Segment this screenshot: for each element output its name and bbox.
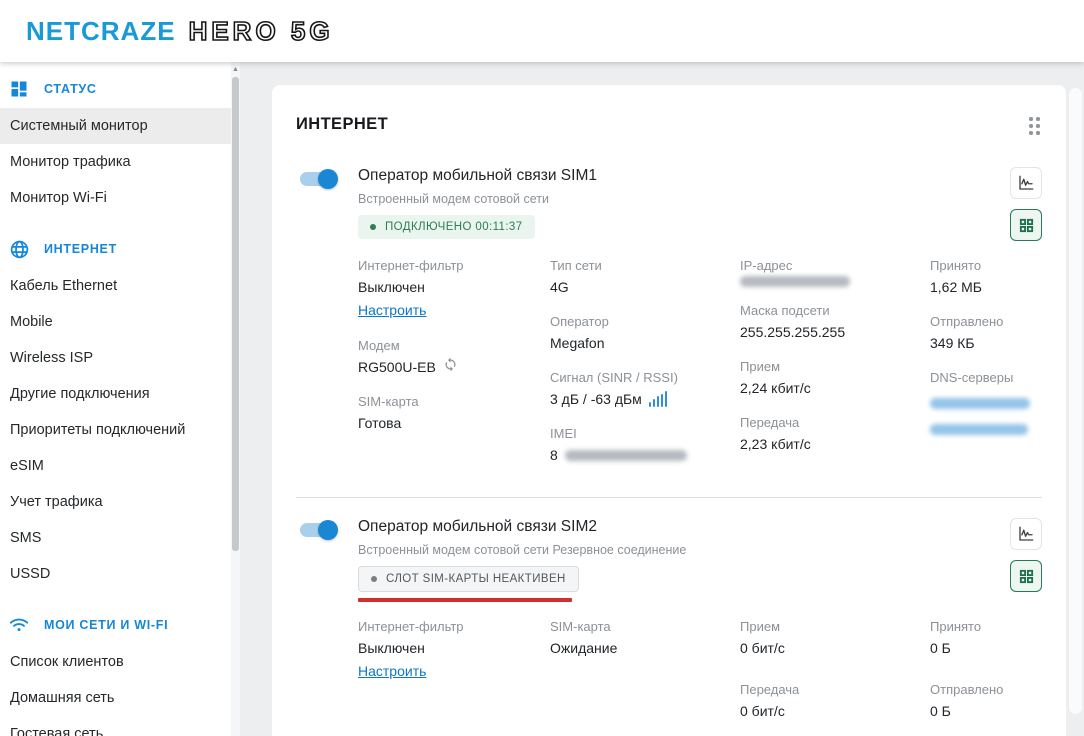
sidebar-item-mobile[interactable]: Mobile bbox=[0, 304, 240, 340]
sidebar-item-traffic-accounting[interactable]: Учет трафика bbox=[0, 484, 240, 520]
sidebar-scrollbar[interactable]: ▲ bbox=[231, 62, 240, 736]
wifi-icon bbox=[8, 614, 30, 636]
redacted-dns-value bbox=[930, 424, 1028, 435]
sim2-col2: SIM-карта Ожидание bbox=[550, 616, 740, 735]
top-header-bar: NETCRAZE HERO 5G bbox=[0, 0, 1084, 62]
main-scrollbar-thumb[interactable] bbox=[1069, 88, 1082, 714]
brand-logo: NETCRAZE HERO 5G bbox=[26, 16, 334, 47]
sidebar-item-home-network[interactable]: Домашняя сеть bbox=[0, 680, 240, 716]
sim2-chart-button[interactable] bbox=[1010, 518, 1042, 550]
field-ip-address: IP-адрес bbox=[740, 255, 930, 287]
sim2-col3: Прием 0 бит/с Передача 0 бит/с bbox=[740, 616, 930, 735]
sidebar-item-esim[interactable]: eSIM bbox=[0, 448, 240, 484]
sim2-configure-link[interactable]: Настроить bbox=[358, 659, 426, 683]
sim2-details-grid-button[interactable] bbox=[1010, 560, 1042, 592]
connection-sim1: Оператор мобильной связи SIM1 Встроенный… bbox=[296, 165, 1042, 479]
sim1-details-grid-button[interactable] bbox=[1010, 209, 1042, 241]
field-rx-rate: Прием 0 бит/с bbox=[740, 616, 930, 659]
line-chart-icon bbox=[1017, 174, 1035, 192]
sim1-col1: Интернет-фильтр Выключен Настроить Модем… bbox=[358, 255, 550, 479]
globe-icon bbox=[8, 238, 30, 260]
field-sim-card: SIM-карта Ожидание bbox=[550, 616, 740, 659]
field-received: Принято 0 Б bbox=[930, 616, 1013, 659]
field-tx-rate: Передача 2,23 кбит/с bbox=[740, 412, 930, 455]
sim2-enable-toggle[interactable] bbox=[300, 523, 336, 537]
redacted-ip-value bbox=[740, 276, 850, 287]
dashboard-icon bbox=[8, 78, 30, 100]
status-dot-icon bbox=[371, 576, 377, 582]
redacted-dns-value bbox=[930, 398, 1030, 409]
sim1-enable-toggle[interactable] bbox=[300, 172, 336, 186]
sim2-title: Оператор мобильной связи SIM2 bbox=[358, 516, 1008, 538]
red-annotation-underline bbox=[358, 598, 572, 602]
section-divider bbox=[296, 497, 1042, 498]
sim1-title: Оператор мобильной связи SIM1 bbox=[358, 165, 1008, 187]
sidebar-item-wifi-monitor[interactable]: Монитор Wi-Fi bbox=[0, 180, 240, 216]
sidebar-item-system-monitor[interactable]: Системный монитор bbox=[0, 108, 240, 144]
field-sim-card: SIM-карта Готова bbox=[358, 391, 550, 434]
field-operator: Оператор Megafon bbox=[550, 311, 740, 354]
grid-icon bbox=[1018, 568, 1035, 585]
sidebar-item-client-list[interactable]: Список клиентов bbox=[0, 644, 240, 680]
sidebar-item-guest-network[interactable]: Гостевая сеть bbox=[0, 716, 240, 736]
sidebar-item-traffic-monitor[interactable]: Монитор трафика bbox=[0, 144, 240, 180]
field-rx-rate: Прием 2,24 кбит/с bbox=[740, 356, 930, 399]
line-chart-icon bbox=[1017, 525, 1035, 543]
sim2-col4: Принято 0 Б Отправлено 0 Б bbox=[930, 616, 1013, 735]
sidebar-nav: СТАТУС Системный монитор Монитор трафика… bbox=[0, 62, 240, 736]
sidebar-section-label: ИНТЕРНЕТ bbox=[44, 242, 117, 256]
field-signal: Сигнал (SINR / RSSI) 3 дБ / -63 дБм bbox=[550, 367, 740, 410]
sim1-chart-button[interactable] bbox=[1010, 167, 1042, 199]
sidebar-item-other-connections[interactable]: Другие подключения bbox=[0, 376, 240, 412]
sidebar-section-label: МОИ СЕТИ И WI-FI bbox=[44, 618, 168, 632]
field-network-type: Тип сети 4G bbox=[550, 255, 740, 298]
grid-icon bbox=[1018, 217, 1035, 234]
sim1-col3: IP-адрес Маска подсети 255.255.255.255 П… bbox=[740, 255, 930, 479]
internet-widget-card: ИНТЕРНЕТ Оператор мобильной связи SIM1 В… bbox=[272, 85, 1066, 736]
sidebar-item-sms[interactable]: SMS bbox=[0, 520, 240, 556]
field-subnet-mask: Маска подсети 255.255.255.255 bbox=[740, 300, 930, 343]
sidebar-section-internet: ИНТЕРНЕТ bbox=[0, 230, 240, 268]
sim2-details-grid: Интернет-фильтр Выключен Настроить SIM-к… bbox=[358, 616, 1008, 735]
field-internet-filter: Интернет-фильтр Выключен Настроить bbox=[358, 616, 550, 683]
sim1-subtitle: Встроенный модем сотовой сети bbox=[358, 190, 1008, 208]
sim2-subtitle: Встроенный модем сотовой сети Резервное … bbox=[358, 541, 1008, 559]
sidebar-section-my-networks: МОИ СЕТИ И WI-FI bbox=[0, 606, 240, 644]
sidebar-item-connection-priorities[interactable]: Приоритеты подключений bbox=[0, 412, 240, 448]
sidebar-item-ussd[interactable]: USSD bbox=[0, 556, 240, 592]
sidebar-item-wireless-isp[interactable]: Wireless ISP bbox=[0, 340, 240, 376]
sidebar-section-status: СТАТУС bbox=[0, 70, 240, 108]
sim1-details-grid: Интернет-фильтр Выключен Настроить Модем… bbox=[358, 255, 1008, 479]
brand-name-secondary: HERO 5G bbox=[189, 16, 334, 47]
widget-title: ИНТЕРНЕТ bbox=[296, 111, 388, 134]
sim2-status-badge: СЛОТ SIM-КАРТЫ НЕАКТИВЕН bbox=[358, 566, 579, 592]
sidebar-item-ethernet[interactable]: Кабель Ethernet bbox=[0, 268, 240, 304]
brand-name-primary: NETCRAZE bbox=[26, 16, 176, 47]
field-internet-filter: Интернет-фильтр Выключен Настроить bbox=[358, 255, 550, 322]
scrollbar-up-arrow-icon[interactable]: ▲ bbox=[231, 62, 240, 76]
refresh-icon[interactable] bbox=[443, 356, 458, 378]
field-modem: Модем RG500U-EB bbox=[358, 335, 550, 378]
field-tx-rate: Передача 0 бит/с bbox=[740, 679, 930, 722]
drag-handle-icon[interactable] bbox=[1027, 111, 1042, 141]
sim1-configure-link[interactable]: Настроить bbox=[358, 298, 426, 322]
field-imei: IMEI 8 bbox=[550, 423, 740, 466]
sidebar-scrollbar-thumb[interactable] bbox=[232, 77, 239, 551]
sim2-col1: Интернет-фильтр Выключен Настроить bbox=[358, 616, 550, 735]
sim1-col2: Тип сети 4G Оператор Megafon Сигнал (SIN… bbox=[550, 255, 740, 479]
signal-bars-icon bbox=[649, 391, 668, 407]
redacted-imei-value bbox=[565, 450, 687, 461]
sidebar-section-label: СТАТУС bbox=[44, 82, 97, 96]
connection-sim2: Оператор мобильной связи SIM2 Встроенный… bbox=[296, 516, 1042, 735]
field-sent: Отправлено 0 Б bbox=[930, 679, 1013, 722]
sim1-status-badge: ПОДКЛЮЧЕНО 00:11:37 bbox=[358, 215, 535, 239]
status-dot-icon bbox=[370, 224, 376, 230]
